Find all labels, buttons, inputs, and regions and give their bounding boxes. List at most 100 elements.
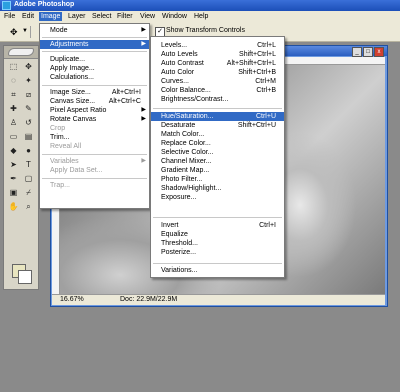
menu-item-reveal-all: Reveal All [50, 143, 82, 150]
zoom-tool-icon[interactable]: ⌕ [21, 200, 36, 213]
crop-tool-icon[interactable]: ⌗ [6, 88, 21, 101]
feather-logo-icon [8, 48, 34, 56]
menu-item-color-balance[interactable]: Color Balance... Ctrl+B [151, 86, 284, 95]
menu-item-gradient-map[interactable]: Gradient Map... [151, 166, 284, 175]
maximize-icon[interactable]: □ [363, 47, 373, 57]
submenu-arrow-icon: ▶ [141, 116, 146, 122]
menu-item-auto-color[interactable]: Auto Color Shift+Ctrl+B [151, 68, 284, 77]
image-menu: Mode ▶ Adjustments ▶ Duplicate... Apply Im… [39, 23, 150, 209]
show-transform-controls-label: Show Transform Controls [166, 27, 245, 34]
menu-item-trim[interactable]: Trim... [40, 133, 149, 142]
zoom-level[interactable]: 16.67% [60, 296, 84, 303]
type-tool-icon[interactable]: T [21, 158, 36, 171]
menu-separator [42, 85, 147, 86]
toolbox-header[interactable] [4, 46, 38, 59]
background-color-swatch[interactable] [18, 270, 32, 284]
menu-window[interactable]: Window [160, 12, 189, 21]
menu-item-adjustments[interactable]: Adjustments ▶ [40, 40, 149, 49]
menu-item-variations[interactable]: Variations... [151, 266, 284, 275]
menu-image[interactable]: Image [39, 12, 63, 21]
shape-tool-icon[interactable]: ▢ [21, 172, 36, 185]
submenu-arrow-icon: ▶ [141, 107, 146, 113]
menu-item-image-size[interactable]: Image Size... Alt+Ctrl+I [40, 88, 149, 97]
dodge-tool-icon[interactable]: ● [21, 144, 36, 157]
brush-tool-icon[interactable]: ✎ [21, 102, 36, 115]
app-title: Adobe Photoshop [14, 1, 75, 8]
menu-item-curves[interactable]: Curves... Ctrl+M [151, 77, 284, 86]
menu-item-rotate-canvas[interactable]: Rotate Canvas ▶ [40, 115, 149, 124]
menu-item-selective-color[interactable]: Selective Color... [151, 148, 284, 157]
clone-stamp-tool-icon[interactable]: ♙ [6, 116, 21, 129]
menu-item-equalize[interactable]: Equalize [151, 230, 284, 239]
minimize-icon[interactable]: _ [352, 47, 362, 57]
history-brush-tool-icon[interactable]: ↺ [21, 116, 36, 129]
menu-item-levels[interactable]: Levels... Ctrl+L [151, 41, 284, 50]
menu-separator [42, 51, 147, 52]
toolbox: ⬚ ✥ ◌ ✦ ⌗ ⧄ ✚ ✎ ♙ ↺ ▭ ▤ ◆ ● ➤ T ✒ ▢ ▣ ⌿ ✋ ⌕ [3, 45, 39, 290]
adjustments-submenu: Levels... Ctrl+L Auto Levels Shift+Ctrl+L … [150, 36, 285, 278]
marquee-tool-icon[interactable]: ⬚ [6, 60, 21, 73]
menu-item-duplicate[interactable]: Duplicate... [40, 55, 149, 64]
menu-separator [42, 178, 147, 179]
menu-item-auto-levels[interactable]: Auto Levels Shift+Ctrl+L [151, 50, 284, 59]
menu-item-canvas-size[interactable]: Canvas Size... Alt+Ctrl+C [40, 97, 149, 106]
menu-item-exposure[interactable]: Exposure... [151, 193, 284, 202]
menu-select[interactable]: Select [90, 12, 113, 21]
menu-separator [153, 108, 282, 109]
submenu-arrow-icon: ▶ [141, 27, 146, 33]
menu-item-threshold[interactable]: Threshold... [151, 239, 284, 248]
gradient-tool-icon[interactable]: ▤ [21, 130, 36, 143]
slice-tool-icon[interactable]: ⧄ [21, 88, 36, 101]
menu-item-calculations[interactable]: Calculations... [40, 73, 149, 82]
menu-separator [42, 154, 147, 155]
close-icon[interactable]: x [374, 47, 384, 57]
eyedropper-tool-icon[interactable]: ⌿ [21, 186, 36, 199]
blur-tool-icon[interactable]: ◆ [6, 144, 21, 157]
menu-item-pixel-aspect-ratio[interactable]: Pixel Aspect Ratio ▶ [40, 106, 149, 115]
hand-tool-icon[interactable]: ✋ [6, 200, 21, 213]
menu-item-apply-image[interactable]: Apply Image... [40, 64, 149, 73]
menu-item-desaturate[interactable]: Desaturate Shift+Ctrl+U [151, 121, 284, 130]
pen-tool-icon[interactable]: ✒ [6, 172, 21, 185]
menu-item-photo-filter[interactable]: Photo Filter... [151, 175, 284, 184]
menu-item-brightness-contrast[interactable]: Brightness/Contrast... [151, 95, 284, 104]
menu-item-replace-color[interactable]: Replace Color... [151, 139, 284, 148]
eraser-tool-icon[interactable]: ▭ [6, 130, 21, 143]
menu-item-invert[interactable]: Invert Ctrl+I [151, 221, 284, 230]
menu-item-channel-mixer[interactable]: Channel Mixer... [151, 157, 284, 166]
menu-file[interactable]: File [2, 12, 17, 21]
notes-tool-icon[interactable]: ▣ [6, 186, 21, 199]
menu-help[interactable]: Help [192, 12, 210, 21]
chevron-down-icon[interactable]: ▼ [22, 28, 28, 34]
menu-filter[interactable]: Filter [115, 12, 135, 21]
move-tool-icon[interactable]: ✥ [10, 27, 18, 38]
menu-item-mode[interactable]: Mode ▶ [40, 26, 149, 35]
lasso-tool-icon[interactable]: ◌ [6, 74, 21, 87]
menu-separator [153, 263, 282, 264]
menu-item-posterize[interactable]: Posterize... [151, 248, 284, 257]
menu-layer[interactable]: Layer [66, 12, 88, 21]
menu-item-hue-saturation[interactable]: Hue/Saturation... Ctrl+U [151, 112, 284, 121]
menu-item-apply-data-set: Apply Data Set... [50, 167, 103, 174]
menu-item-auto-contrast[interactable]: Auto Contrast Alt+Shift+Ctrl+L [151, 59, 284, 68]
menu-item-match-color[interactable]: Match Color... [151, 130, 284, 139]
document-size-info[interactable]: Doc: 22.9M/22.9M [120, 296, 177, 303]
move-tool-icon[interactable]: ✥ [21, 60, 36, 73]
menu-item-trap: Trap... [50, 182, 70, 189]
document-status-bar: 16.67% Doc: 22.9M/22.9M [52, 294, 385, 305]
menu-edit[interactable]: Edit [20, 12, 36, 21]
options-divider [30, 26, 31, 38]
menu-item-crop: Crop [50, 125, 66, 132]
submenu-arrow-icon: ▶ [141, 41, 146, 47]
menu-item-shadow-highlight[interactable]: Shadow/Highlight... [151, 184, 284, 193]
submenu-arrow-icon: ▶ [141, 158, 146, 164]
menu-separator [153, 217, 282, 218]
photoshop-icon [2, 1, 11, 10]
menu-item-variables: Variables ▶ [50, 158, 146, 165]
healing-brush-tool-icon[interactable]: ✚ [6, 102, 21, 115]
menu-separator [42, 37, 147, 38]
title-bar: Adobe Photoshop [0, 0, 400, 11]
path-selection-tool-icon[interactable]: ➤ [6, 158, 21, 171]
menu-view[interactable]: View [138, 12, 157, 21]
magic-wand-tool-icon[interactable]: ✦ [21, 74, 36, 87]
